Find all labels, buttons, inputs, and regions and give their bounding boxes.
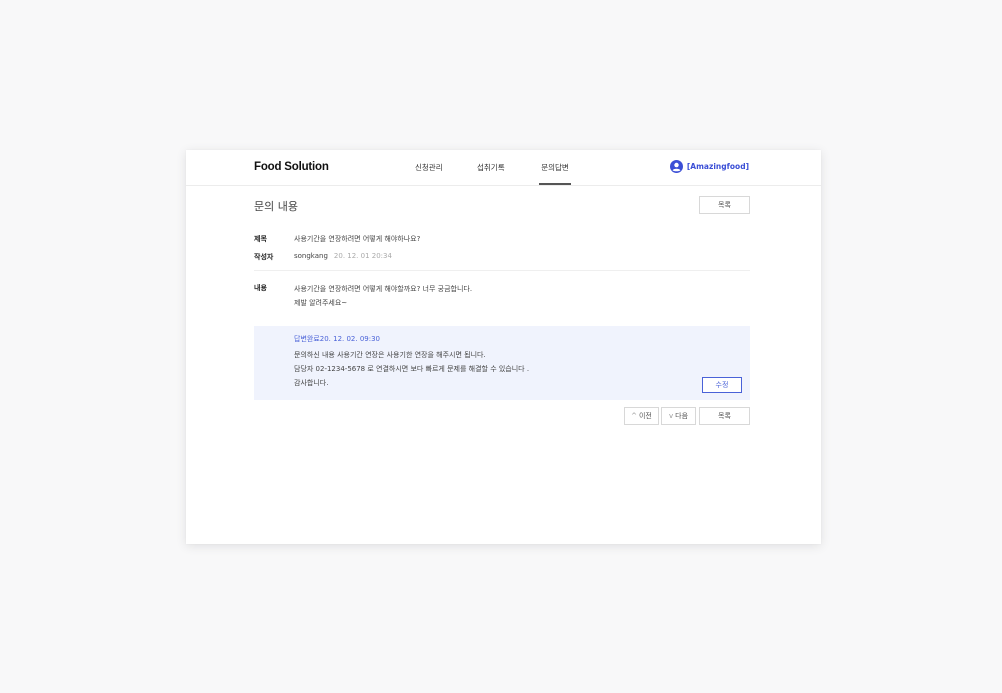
content-line: 제발 알려주세요~ xyxy=(294,299,348,307)
chevron-down-icon: v xyxy=(668,412,674,420)
answer-line: 감사합니다. xyxy=(294,379,329,387)
subject-label: 제목 xyxy=(254,235,267,243)
answer-line: 담당자 02-1234-5678 로 연결하시면 보다 빠르게 문제를 해결할 … xyxy=(294,365,530,373)
user-name: [Amazingfood] xyxy=(686,162,749,171)
user-menu[interactable]: [Amazingfood] xyxy=(669,160,749,173)
user-avatar-icon xyxy=(669,160,683,173)
content-line: 사용기간을 연장하려면 어떻게 해야할까요? 너무 궁금합니다. xyxy=(294,285,473,293)
author-label: 작성자 xyxy=(254,253,274,261)
answer-line: 문의하신 내용 사용기간 연장은 사용기한 연장을 해주시면 됩니다. xyxy=(294,351,486,359)
nav-item-apply-management[interactable]: 신청관리 xyxy=(415,162,443,185)
answer-status: 답변완료20. 12. 02. 09:30 xyxy=(294,335,381,343)
author-meta: songkang 20. 12. 01 20:34 xyxy=(294,252,392,260)
answer-box: 답변완료20. 12. 02. 09:30 문의하신 내용 사용기간 연장은 사… xyxy=(254,326,750,400)
subject-value: 사용기간을 연장하려면 어떻게 해야하나요? xyxy=(294,235,421,243)
next-button[interactable]: v 다음 xyxy=(661,407,696,425)
post-date: 20. 12. 01 20:34 xyxy=(333,252,392,260)
list-button-bottom[interactable]: 목록 xyxy=(699,407,750,425)
nav-item-inquiry-answers[interactable]: 문의답변 xyxy=(539,162,571,185)
author-name: songkang xyxy=(294,252,328,260)
edit-answer-button[interactable]: 수정 xyxy=(702,377,742,393)
main-card: Food Solution 신청관리 섭취기록 문의답변 [Amazingfoo… xyxy=(186,150,821,544)
list-button-top[interactable]: 목록 xyxy=(699,196,750,214)
chevron-up-icon: ^ xyxy=(631,412,637,420)
page-title: 문의 내용 xyxy=(254,200,298,213)
logo[interactable]: Food Solution xyxy=(254,161,329,173)
answer-content: 문의하신 내용 사용기간 연장은 사용기한 연장을 해주시면 됩니다. 담당자 … xyxy=(294,348,529,390)
divider xyxy=(254,270,750,271)
top-header: Food Solution 신청관리 섭취기록 문의답변 [Amazingfoo… xyxy=(186,150,821,186)
prev-label: 이전 xyxy=(638,412,652,420)
prev-button[interactable]: ^ 이전 xyxy=(624,407,659,425)
content-label: 내용 xyxy=(254,284,267,292)
nav-item-intake-records[interactable]: 섭취기록 xyxy=(477,162,505,185)
next-label: 다음 xyxy=(675,412,689,420)
inquiry-content: 사용기간을 연장하려면 어떻게 해야할까요? 너무 궁금합니다. 제발 알려주세… xyxy=(294,282,472,310)
